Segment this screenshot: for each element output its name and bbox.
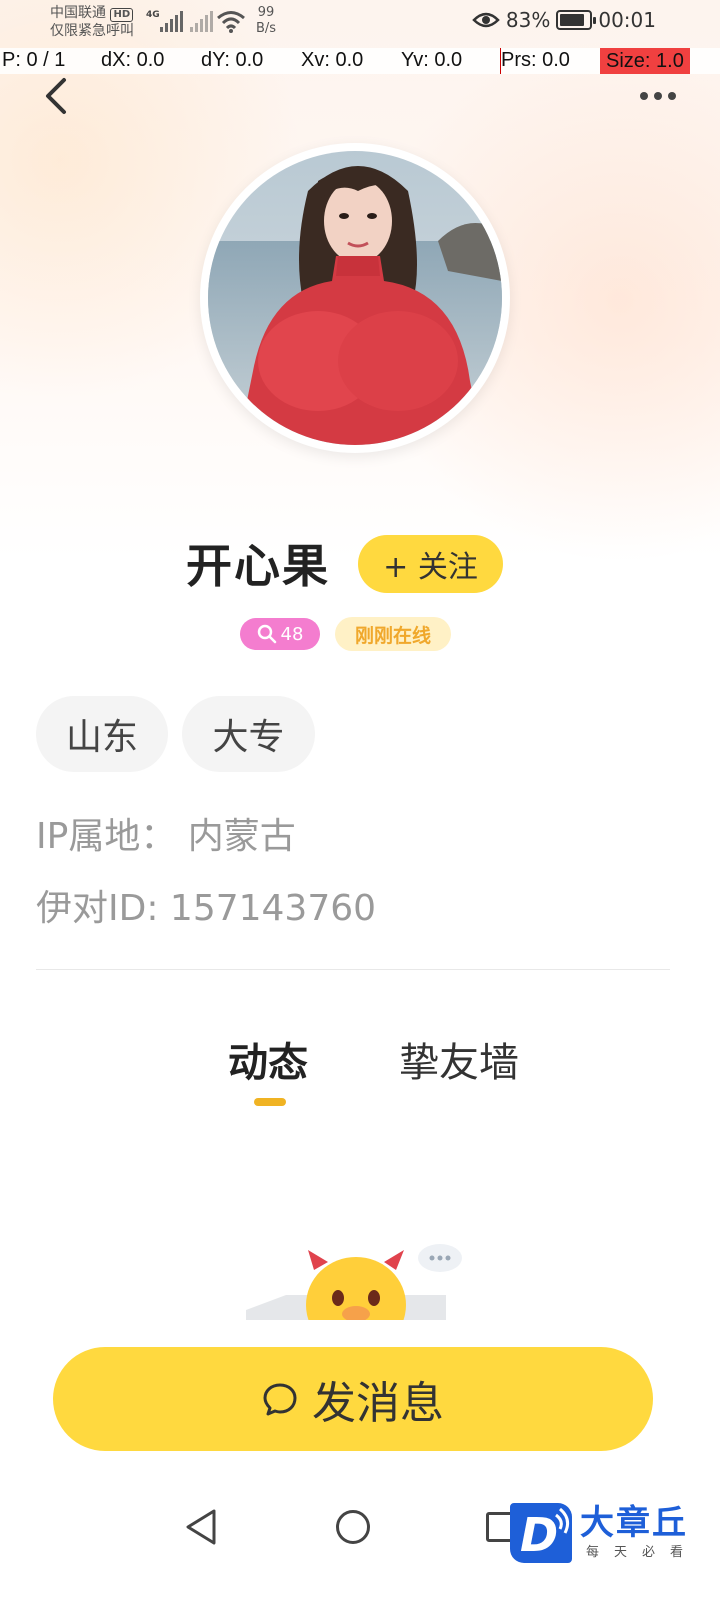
wifi-icon bbox=[217, 11, 245, 33]
signal-icon bbox=[160, 10, 183, 32]
battery-percent: 83% bbox=[505, 8, 551, 32]
debug-size: Size: 1.0 bbox=[600, 48, 690, 74]
chat-bubble-icon bbox=[263, 1383, 297, 1416]
tab-friend-wall[interactable]: 挚友墙 bbox=[399, 1035, 519, 1091]
watermark-title: 大章丘 bbox=[580, 1503, 688, 1543]
debug-prs: Prs: 0.0 bbox=[501, 49, 570, 71]
avatar-photo bbox=[208, 151, 502, 445]
carrier-name: 中国联通 bbox=[50, 5, 106, 21]
eye-icon bbox=[472, 12, 500, 28]
system-indicators: 83% 00:01 bbox=[472, 8, 656, 32]
more-dots-icon bbox=[640, 92, 648, 100]
pointer-location-overlay: P: 0 / 1 dX: 0.0 dY: 0.0 Xv: 0.0 Yv: 0.0… bbox=[0, 48, 720, 74]
nav-home-button[interactable] bbox=[336, 1510, 370, 1544]
divider bbox=[36, 969, 670, 970]
more-button[interactable] bbox=[636, 86, 680, 106]
user-id: 伊对ID: 157143760 bbox=[36, 888, 377, 929]
online-status-badge: 刚刚在线 bbox=[335, 617, 451, 651]
profile-avatar[interactable] bbox=[200, 143, 510, 453]
speed-unit: B/s bbox=[256, 21, 277, 36]
battery-icon bbox=[556, 10, 597, 30]
network-speed: 99 B/s bbox=[256, 5, 276, 37]
send-message-button[interactable]: 发消息 bbox=[53, 1347, 653, 1451]
debug-yv: Yv: 0.0 bbox=[401, 49, 463, 71]
follow-button[interactable]: + 关注 bbox=[358, 535, 503, 593]
profile-name: 开心果 bbox=[186, 539, 330, 593]
tab-moments[interactable]: 动态 bbox=[228, 1035, 308, 1091]
network-type: 4G bbox=[146, 10, 160, 20]
tag-province: 山东 bbox=[36, 696, 168, 772]
chevron-left-icon bbox=[46, 78, 66, 114]
tag-education: 大专 bbox=[182, 696, 315, 772]
tab-indicator bbox=[254, 1098, 286, 1106]
debug-dx: dX: 0.0 bbox=[101, 49, 165, 71]
nav-back-button[interactable] bbox=[184, 1508, 218, 1546]
charm-count: 48 bbox=[280, 623, 304, 645]
debug-p: P: 0 / 1 bbox=[2, 49, 66, 71]
carrier-info: 中国联通 HD 仅限紧急呼叫 bbox=[50, 4, 134, 40]
signal-2-icon bbox=[190, 10, 213, 32]
hd-badge: HD bbox=[110, 8, 134, 22]
clock: 00:01 bbox=[598, 8, 656, 32]
avatar bbox=[208, 151, 502, 445]
charm-badge: 48 bbox=[240, 618, 320, 650]
speed-value: 99 bbox=[257, 5, 275, 20]
search-heart-icon bbox=[257, 624, 276, 644]
watermark-badge: D bbox=[510, 1503, 572, 1563]
back-button[interactable] bbox=[36, 74, 80, 118]
mascot-illustration bbox=[246, 1244, 462, 1320]
empty-state-mascot bbox=[246, 1240, 476, 1320]
emergency-only: 仅限紧急呼叫 bbox=[50, 23, 134, 39]
status-bar: 中国联通 HD 仅限紧急呼叫 4G 99 B/s 83% 00:01 bbox=[0, 0, 720, 48]
d-logo-icon: D bbox=[520, 1507, 570, 1562]
ip-location: IP属地： 内蒙古 bbox=[36, 816, 296, 857]
send-message-label: 发消息 bbox=[312, 1378, 444, 1429]
debug-dy: dY: 0.0 bbox=[201, 49, 264, 71]
watermark-logo: D 大章丘 每天必看 bbox=[510, 1503, 710, 1565]
watermark-subtitle: 每天必看 bbox=[586, 1545, 699, 1560]
debug-xv: Xv: 0.0 bbox=[301, 49, 364, 71]
watermark-letter: D bbox=[520, 1508, 558, 1562]
